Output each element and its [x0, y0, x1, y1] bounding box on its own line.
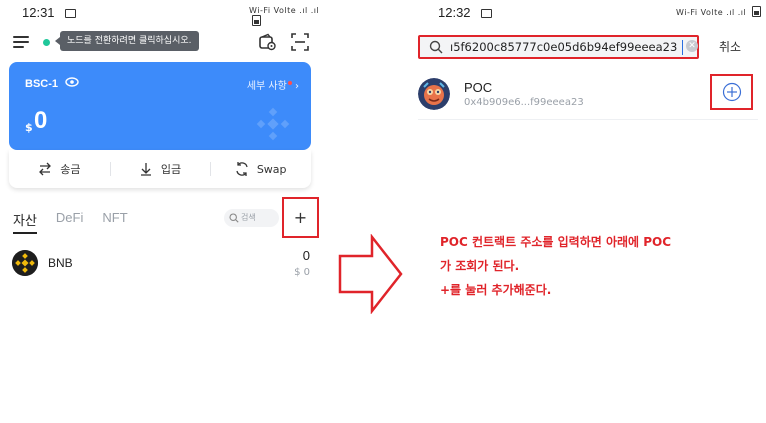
status-signal: Wi-Fi Volte .ıl .ıl [249, 6, 320, 26]
search-placeholder: 검색 [241, 213, 256, 222]
note-line-2: 가 조회가 된다. [440, 259, 520, 273]
cancel-button[interactable]: 취소 [719, 38, 741, 55]
poc-token-icon [418, 78, 450, 110]
text-cursor [682, 40, 683, 55]
clear-icon[interactable]: ✕ [686, 40, 698, 52]
token-name: POC [464, 80, 493, 95]
eye-icon[interactable] [65, 77, 79, 87]
status-signal: Wi-Fi Volte .ıl .ıl [676, 6, 762, 17]
token-result-row[interactable]: POC 0x4b909e6...f99eeea23 [418, 74, 758, 120]
send-icon [39, 162, 52, 176]
token-address: 0x4b909e6...f99eeea23 [464, 97, 584, 108]
right-phone-screen: 12:32 Wi-Fi Volte .ıl .ıl ✕ 취소 POC 0x4b9… [410, 0, 766, 423]
search-icon [229, 213, 239, 223]
arrow-right-icon [338, 234, 403, 314]
tab-nft[interactable]: NFT [102, 210, 127, 233]
bnb-watermark-icon [256, 107, 290, 141]
plus-circle-icon [722, 82, 741, 102]
battery-icon [252, 15, 261, 26]
gallery-notification-icon [481, 9, 493, 18]
tab-assets[interactable]: 자산 [13, 210, 37, 234]
wallet-add-icon[interactable] [258, 33, 276, 51]
status-bar-left: 12:31 [22, 5, 77, 21]
signal-text: Wi-Fi Volte .ıl .ıl [676, 8, 747, 17]
note-line-1: POC 컨트랙트 주소를 입력하면 아래에 POC [440, 235, 672, 249]
asset-amount: 0 [302, 248, 310, 263]
gallery-notification-icon [65, 9, 77, 18]
balance-currency: $ [25, 121, 33, 134]
receive-icon [140, 163, 151, 176]
note-line-3: +를 눌러 추가해준다. [440, 283, 552, 297]
detail-label: 세부 사항 [246, 81, 287, 92]
swap-icon [236, 162, 248, 176]
send-label: 송금 [60, 163, 81, 176]
status-bar-right: 12:32 [438, 5, 493, 21]
add-token-button[interactable] [710, 74, 753, 110]
scan-icon[interactable] [291, 33, 309, 51]
balance-amount: 0 [34, 107, 48, 134]
left-phone-screen: 12:31 Wi-Fi Volte .ıl .ıl 노드를 전환하려면 클릭하십… [0, 0, 320, 423]
wallet-actions: 송금 입금 Swap [9, 150, 311, 188]
asset-name: BNB [48, 256, 73, 270]
new-badge-dot [287, 81, 292, 85]
token-search-box[interactable]: ✕ [418, 35, 699, 59]
asset-value: $ 0 [294, 267, 310, 278]
send-button[interactable]: 송금 [9, 150, 110, 188]
add-token-button[interactable]: + [282, 197, 319, 238]
detail-link[interactable]: 세부 사항 › [247, 77, 299, 92]
menu-icon[interactable] [13, 36, 29, 48]
asset-tabs: 자산 DeFi NFT [13, 210, 128, 234]
signal-text: Wi-Fi Volte .ıl .ıl [249, 6, 320, 15]
battery-icon [752, 6, 762, 17]
node-switch-tooltip: 노드를 전환하려면 클릭하십시오. [55, 31, 199, 51]
asset-row-bnb[interactable]: BNB 0 $ 0 [12, 248, 312, 282]
node-status-dot[interactable] [43, 39, 50, 46]
search-icon [429, 40, 443, 54]
status-time: 12:32 [438, 5, 471, 20]
wallet-card[interactable]: BSC-1 세부 사항 › $ 0 [9, 62, 311, 150]
bnb-icon [12, 250, 38, 276]
receive-label: 입금 [160, 163, 182, 176]
contract-address-input[interactable] [450, 38, 678, 56]
status-time: 12:31 [22, 5, 55, 20]
swap-label: Swap [256, 162, 287, 176]
receive-button[interactable]: 입금 [109, 150, 211, 188]
instruction-note: POC 컨트랙트 주소를 입력하면 아래에 POC 가 조회가 된다. +를 눌… [440, 230, 740, 302]
chevron-right-icon: › [295, 81, 299, 92]
swap-button[interactable]: Swap [210, 150, 311, 188]
tab-defi[interactable]: DeFi [56, 210, 83, 233]
asset-search-input[interactable]: 검색 [224, 209, 279, 227]
network-name: BSC-1 [25, 78, 59, 90]
